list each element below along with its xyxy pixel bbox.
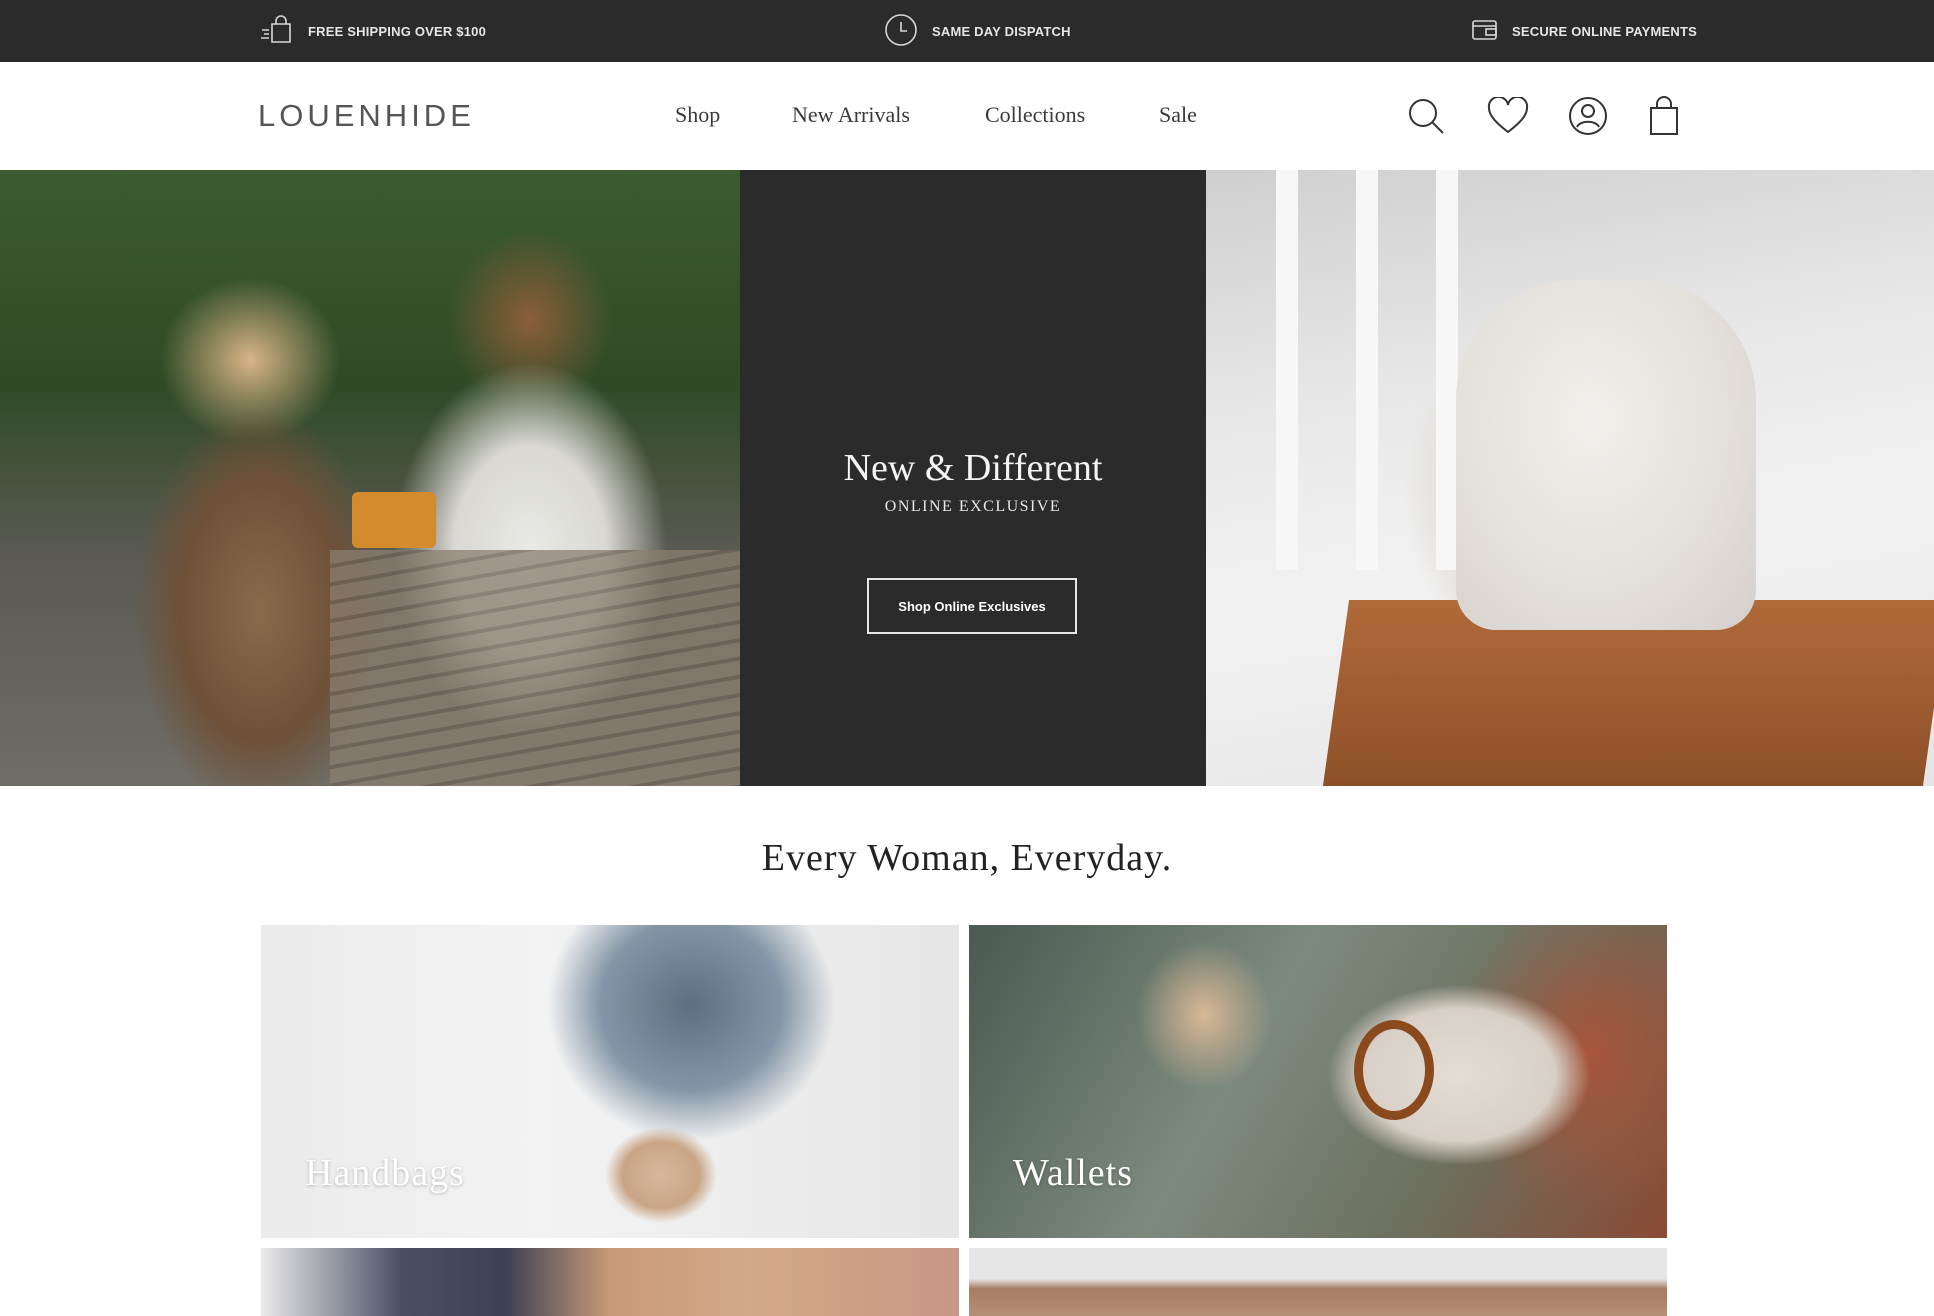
hero-banner: New & Different ONLINE EXCLUSIVE Shop On… — [0, 170, 1934, 786]
category-tile-3[interactable] — [261, 1248, 959, 1316]
hero-subtitle: ONLINE EXCLUSIVE — [884, 498, 1062, 515]
category-label: Wallets — [1013, 1152, 1134, 1194]
search-icon[interactable] — [1404, 94, 1448, 138]
heart-icon[interactable] — [1486, 94, 1530, 138]
same-day-dispatch-text: SAME DAY DISPATCH — [932, 23, 1071, 39]
category-label: Handbags — [305, 1152, 465, 1194]
hero-title: New & Different — [843, 447, 1103, 489]
bench-decor — [330, 550, 740, 786]
hero-lifestyle-image — [0, 170, 740, 786]
announcement-bar: FREE SHIPPING OVER $100 SAME DAY DISPATC… — [0, 0, 1934, 62]
nav-item-sale[interactable]: Sale — [1159, 102, 1197, 128]
category-tile-wallets[interactable]: Wallets — [969, 925, 1667, 1238]
tortoise-handle-decor — [1354, 1020, 1434, 1120]
wallet-icon — [1472, 19, 1498, 44]
free-shipping-notice: FREE SHIPPING OVER $100 — [260, 0, 486, 62]
shopping-bag-icon[interactable] — [1642, 94, 1686, 138]
secure-payments-notice: SECURE ONLINE PAYMENTS — [1472, 0, 1697, 62]
railing-decor — [1436, 170, 1458, 570]
same-day-dispatch-notice: SAME DAY DISPATCH — [884, 0, 1071, 62]
shipping-bag-icon — [260, 14, 294, 48]
category-tile-handbags[interactable]: Handbags — [261, 925, 959, 1238]
hero-product-image — [1206, 170, 1934, 786]
account-icon[interactable] — [1566, 94, 1610, 138]
nav-item-shop[interactable]: Shop — [675, 102, 720, 128]
category-tile-4[interactable] — [969, 1248, 1667, 1316]
site-header: LOUENHIDE Shop New Arrivals Collections … — [0, 62, 1934, 170]
free-shipping-text: FREE SHIPPING OVER $100 — [308, 23, 486, 39]
railing-decor — [1276, 170, 1298, 570]
railing-decor — [1356, 170, 1378, 570]
clutch-decor — [352, 492, 436, 548]
nav-item-new-arrivals[interactable]: New Arrivals — [792, 102, 910, 128]
shop-online-exclusives-button[interactable]: Shop Online Exclusives — [867, 578, 1077, 634]
brand-logo[interactable]: LOUENHIDE — [258, 98, 475, 134]
bucket-bag-decor — [1456, 280, 1756, 630]
secure-payments-text: SECURE ONLINE PAYMENTS — [1512, 23, 1697, 39]
nav-item-collections[interactable]: Collections — [985, 102, 1085, 128]
section-tagline: Every Woman, Everyday. — [761, 837, 1173, 879]
clock-icon — [884, 13, 918, 50]
hero-promo-panel: New & Different ONLINE EXCLUSIVE Shop On… — [740, 170, 1206, 786]
